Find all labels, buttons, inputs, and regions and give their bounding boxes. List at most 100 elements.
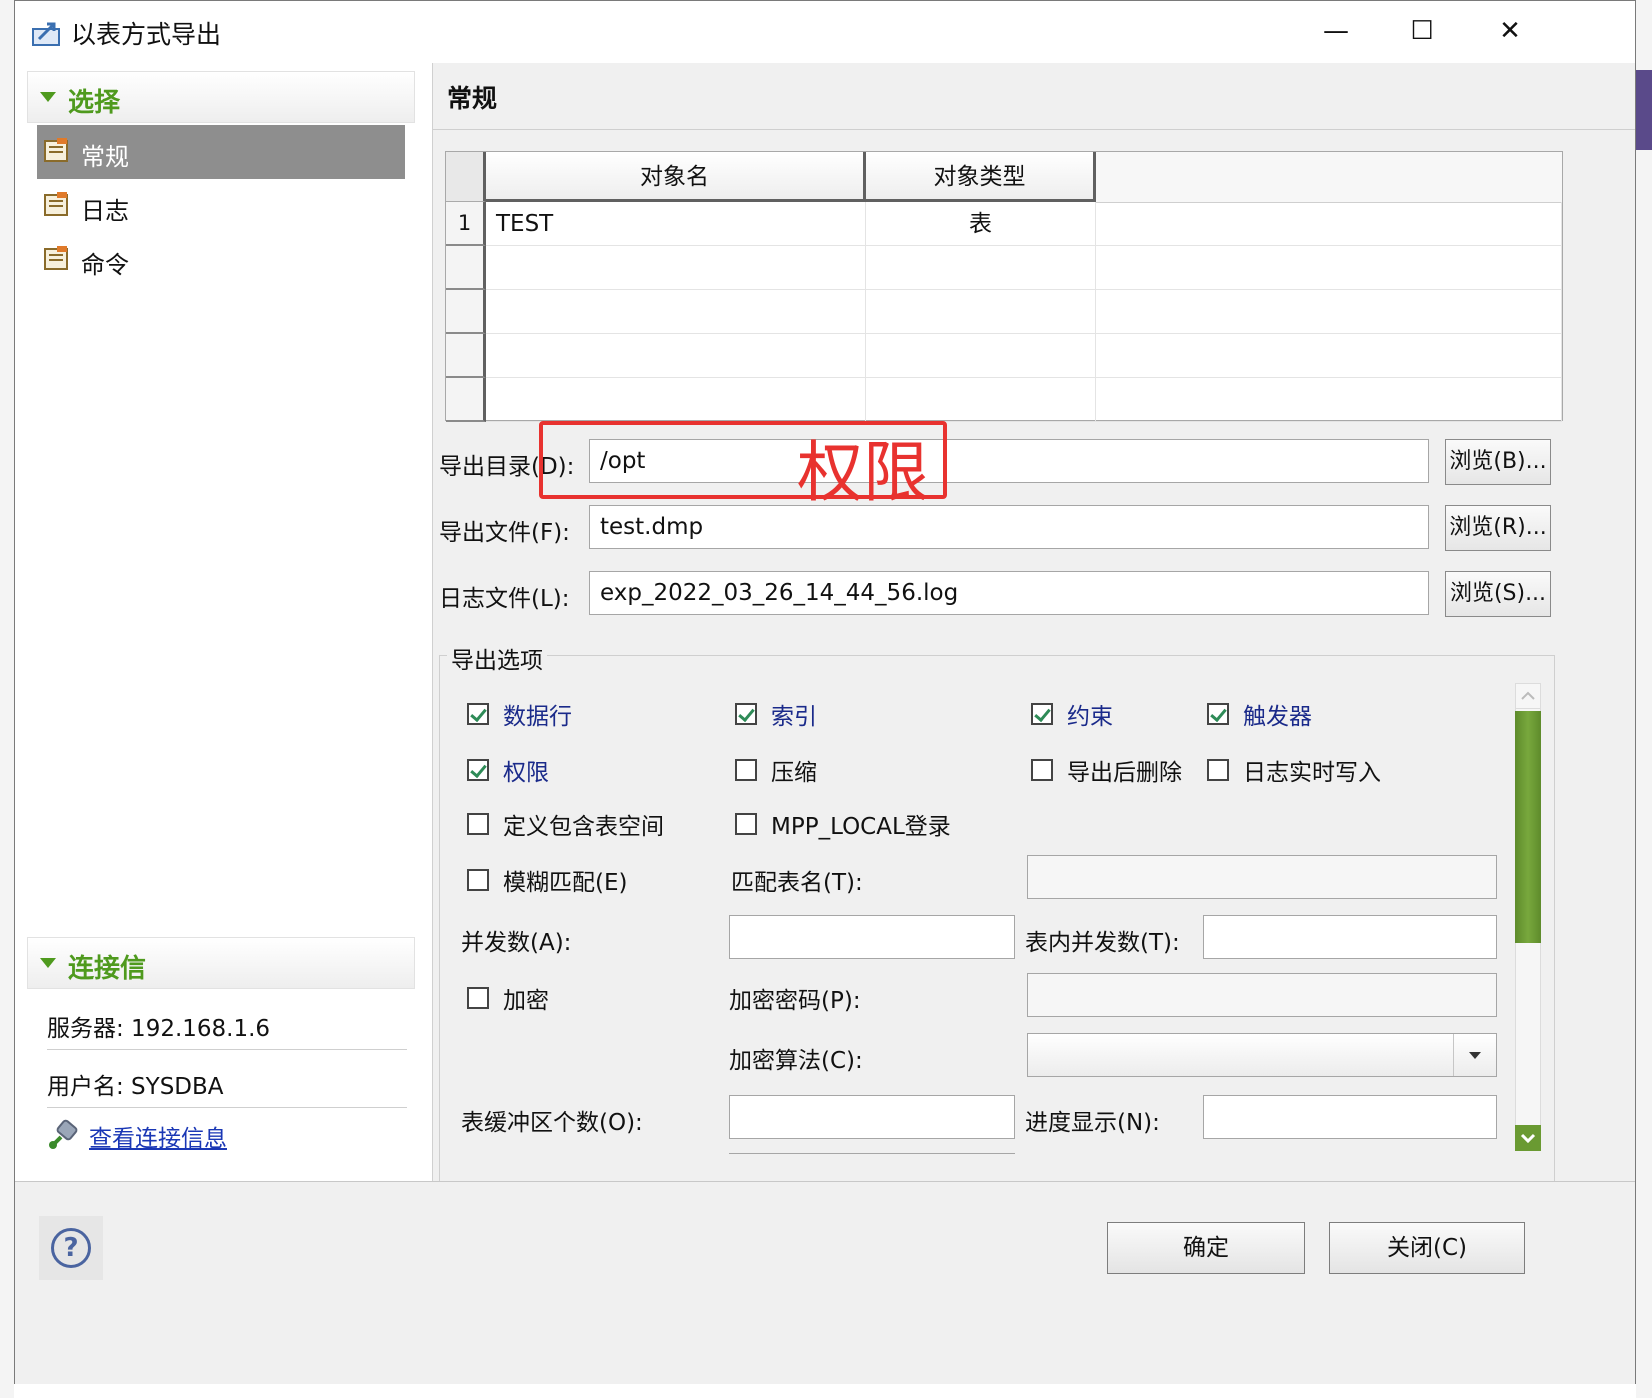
- table-cell-empty: [1096, 334, 1562, 378]
- server-text: 服务器: 192.168.1.6: [47, 1016, 271, 1042]
- view-connection-info-link[interactable]: 查看连接信息: [89, 1119, 227, 1153]
- table-cell-object-name[interactable]: [486, 378, 866, 422]
- table-cell-object-type[interactable]: [866, 246, 1096, 290]
- browse-file-button[interactable]: 浏览(R)...: [1445, 505, 1551, 551]
- checkbox-encrypt[interactable]: [467, 987, 489, 1009]
- progress-input[interactable]: [1203, 1095, 1497, 1139]
- column-header-object-type[interactable]: 对象类型: [866, 152, 1096, 202]
- dialog-footer: ? 确定 关闭(C): [15, 1181, 1635, 1384]
- checkbox-rows[interactable]: [467, 703, 489, 725]
- scroll-up-icon[interactable]: [1515, 683, 1541, 709]
- collapse-triangle-icon: [40, 958, 56, 968]
- column-header-filler: [1096, 152, 1562, 203]
- checkbox-label-rows[interactable]: 数据行: [503, 697, 572, 731]
- table-cell-object-name[interactable]: [486, 290, 866, 334]
- left-pane: 选择 常规 日志 命令 连接信 服务器: 192.168.1.6 用户名: SY…: [15, 63, 433, 1243]
- right-pane: 常规 对象名 对象类型 1 TEST 表 导出目录(D): /opt 浏览(B)…: [433, 63, 1635, 1243]
- log-page-icon: [44, 192, 68, 216]
- nav-item-label: 命令: [81, 251, 129, 279]
- table-cell-object-name[interactable]: [486, 246, 866, 290]
- checkbox-label-encrypt[interactable]: 加密: [503, 981, 549, 1015]
- settings-page-icon: [44, 138, 68, 162]
- export-dialog: 以表方式导出 — ☐ ✕ 选择 常规 日志 命令 连接信 服务器: 192.16…: [14, 0, 1636, 1384]
- buffer-count-label: 表缓冲区个数(O):: [461, 1110, 643, 1136]
- table-corner: [446, 152, 486, 202]
- checkbox-label-compress[interactable]: 压缩: [771, 753, 817, 787]
- log-file-input[interactable]: exp_2022_03_26_14_44_56.log: [589, 571, 1429, 615]
- checkbox-label-index[interactable]: 索引: [771, 697, 817, 731]
- row-number[interactable]: [446, 290, 486, 334]
- nav-item-general[interactable]: 常规: [37, 125, 405, 179]
- export-options-title: 导出选项: [447, 641, 547, 675]
- table-parallel-input[interactable]: [1203, 915, 1497, 959]
- table-cell-object-type[interactable]: [866, 334, 1096, 378]
- checkbox-compress[interactable]: [735, 759, 757, 781]
- table-cell-empty: [1096, 202, 1562, 246]
- connection-section-header[interactable]: 连接信: [27, 937, 415, 989]
- encrypt-password-input[interactable]: [1027, 973, 1497, 1017]
- select-section-title: 选择: [68, 88, 121, 118]
- browse-log-button[interactable]: 浏览(S)...: [1445, 571, 1551, 617]
- checkbox-index[interactable]: [735, 703, 757, 725]
- checkbox-privilege[interactable]: [467, 759, 489, 781]
- user-info: 用户名: SYSDBA: [47, 1051, 407, 1108]
- minimize-button[interactable]: —: [1305, 9, 1367, 53]
- ok-button[interactable]: 确定: [1107, 1222, 1305, 1274]
- table-cell-object-type[interactable]: [866, 378, 1096, 422]
- match-table-label: 匹配表名(T):: [731, 870, 863, 896]
- parallel-input[interactable]: [729, 915, 1015, 959]
- row-number[interactable]: [446, 334, 486, 378]
- select-section-header[interactable]: 选择: [27, 71, 415, 123]
- checkbox-label-tablespace[interactable]: 定义包含表空间: [503, 807, 664, 841]
- window-title: 以表方式导出: [71, 20, 222, 49]
- checkbox-tablespace[interactable]: [467, 813, 489, 835]
- checkbox-log-realtime[interactable]: [1207, 759, 1229, 781]
- table-cell-object-type[interactable]: [866, 290, 1096, 334]
- scroll-down-icon[interactable]: [1515, 1125, 1541, 1151]
- checkbox-label-constraint[interactable]: 约束: [1067, 697, 1113, 731]
- checkbox-delete-after[interactable]: [1031, 759, 1053, 781]
- progress-label: 进度显示(N):: [1025, 1110, 1160, 1136]
- table-cell-object-name[interactable]: TEST: [486, 202, 866, 246]
- buffer-count-input[interactable]: [729, 1095, 1015, 1139]
- checkbox-label-trigger[interactable]: 触发器: [1243, 697, 1312, 731]
- next-input-edge: [729, 1153, 1015, 1158]
- page-header: 常规: [433, 63, 1635, 130]
- checkbox-label-delete-after[interactable]: 导出后删除: [1067, 753, 1182, 787]
- nav-item-label: 日志: [81, 197, 129, 225]
- row-number[interactable]: 1: [446, 202, 486, 246]
- help-button[interactable]: ?: [39, 1216, 103, 1280]
- export-table-icon: [32, 22, 60, 46]
- scrollbar-thumb[interactable]: [1515, 711, 1541, 943]
- close-window-button[interactable]: ✕: [1479, 9, 1541, 53]
- export-file-input[interactable]: test.dmp: [589, 505, 1429, 549]
- log-file-label: 日志文件(L):: [439, 586, 570, 612]
- checkbox-trigger[interactable]: [1207, 703, 1229, 725]
- column-header-object-name[interactable]: 对象名: [486, 152, 866, 202]
- close-button[interactable]: 关闭(C): [1329, 1222, 1525, 1274]
- browse-dir-button[interactable]: 浏览(B)...: [1445, 439, 1551, 485]
- nav-item-log[interactable]: 日志: [37, 179, 405, 233]
- encrypt-password-label: 加密密码(P):: [729, 988, 861, 1014]
- checkbox-label-privilege[interactable]: 权限: [503, 753, 549, 787]
- checkbox-fuzzy-match[interactable]: [467, 869, 489, 891]
- title-bar: 以表方式导出 — ☐ ✕: [15, 1, 1635, 63]
- chevron-down-icon[interactable]: [1453, 1034, 1496, 1076]
- row-number[interactable]: [446, 378, 486, 422]
- checkbox-label-mpp-local[interactable]: MPP_LOCAL登录: [771, 807, 951, 841]
- checkbox-constraint[interactable]: [1031, 703, 1053, 725]
- server-info: 服务器: 192.168.1.6: [47, 993, 407, 1050]
- encrypt-algorithm-select[interactable]: [1027, 1033, 1497, 1077]
- row-number[interactable]: [446, 246, 486, 290]
- nav-item-command[interactable]: 命令: [37, 233, 405, 287]
- annotation-text: 权限: [797, 434, 929, 511]
- maximize-button[interactable]: ☐: [1391, 9, 1453, 53]
- checkbox-label-fuzzy-match[interactable]: 模糊匹配(E): [503, 863, 627, 897]
- checkbox-mpp-local[interactable]: [735, 813, 757, 835]
- match-table-input[interactable]: [1027, 855, 1497, 899]
- table-cell-object-type[interactable]: 表: [866, 202, 1096, 246]
- checkbox-label-log-realtime[interactable]: 日志实时写入: [1243, 753, 1381, 787]
- table-cell-object-name[interactable]: [486, 334, 866, 378]
- collapse-triangle-icon: [40, 92, 56, 102]
- export-file-label: 导出文件(F):: [439, 520, 570, 546]
